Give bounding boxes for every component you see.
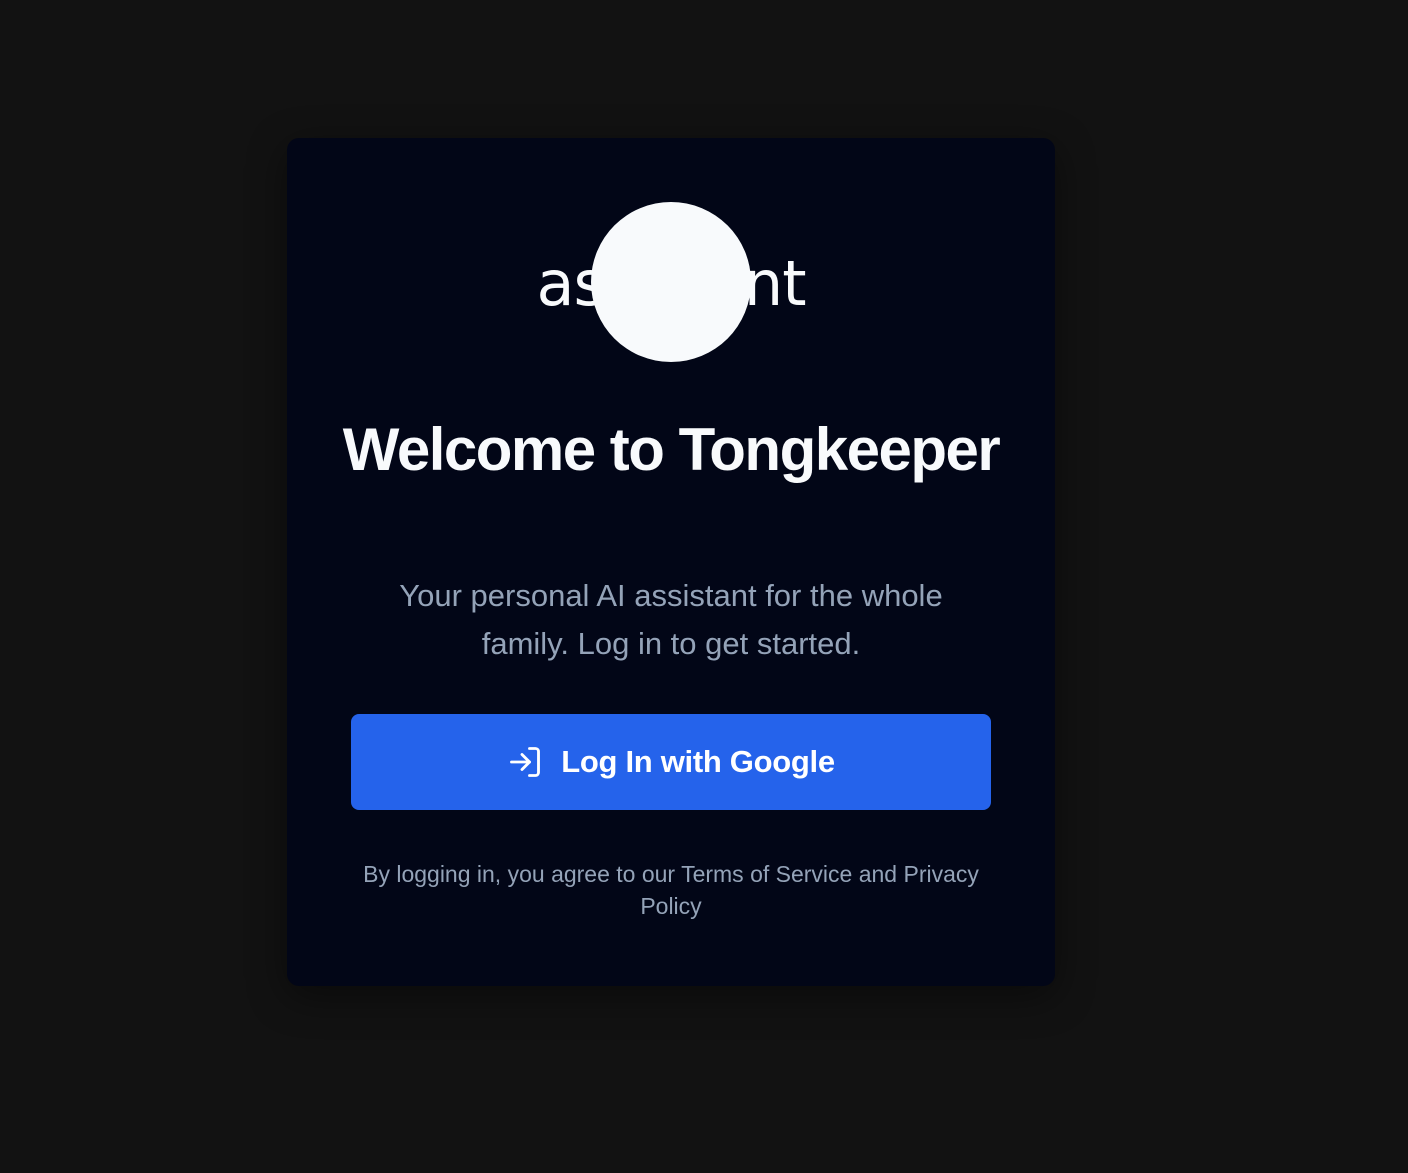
- login-card: assistant Welcome to Tongkeeper Your per…: [287, 138, 1055, 986]
- page-title: Welcome to Tongkeeper: [342, 416, 1001, 483]
- legal-notice: By logging in, you agree to our Terms of…: [363, 861, 979, 919]
- log-in-icon: [507, 744, 543, 780]
- google-login-label: Log In with Google: [561, 744, 835, 779]
- google-login-button[interactable]: Log In with Google: [351, 714, 991, 810]
- logo-alt-text: assistant: [536, 247, 806, 320]
- assistant-logo: assistant: [287, 202, 1055, 362]
- page-subtitle: Your personal AI assistant for the whole…: [399, 578, 943, 661]
